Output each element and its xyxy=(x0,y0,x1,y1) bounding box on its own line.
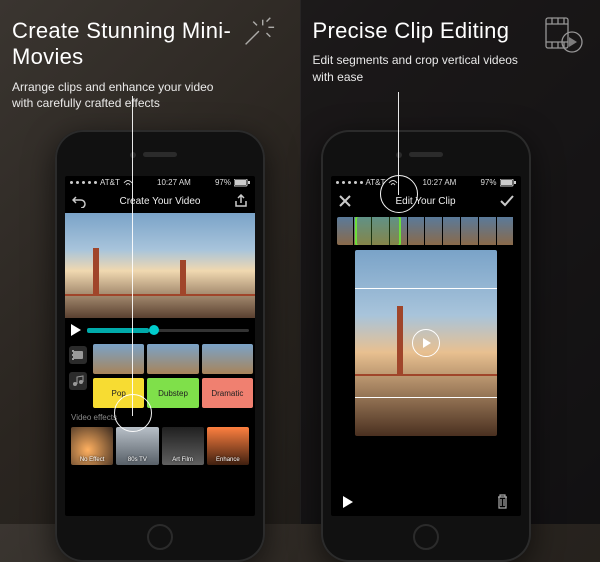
device-frame: AT&T 10:27 AM 97% Create Your Video xyxy=(55,130,265,562)
subline: Edit segments and crop vertical videos w… xyxy=(313,52,533,84)
nav-title: Create Your Video xyxy=(87,196,233,207)
nav-title: Edit Your Clip xyxy=(353,196,499,207)
play-button[interactable] xyxy=(71,324,81,336)
nav-bar: Create Your Video xyxy=(65,189,255,213)
status-bar: AT&T 10:27 AM 97% xyxy=(331,176,521,189)
clip-preview[interactable] xyxy=(355,250,497,436)
device-frame: AT&T 10:27 AM 97% Edit Your Clip xyxy=(321,130,531,562)
music-icon[interactable] xyxy=(69,372,87,390)
subline: Arrange clips and enhance your video wit… xyxy=(12,79,232,111)
play-button[interactable] xyxy=(343,496,353,508)
section-label: Video effects xyxy=(65,410,255,425)
battery-icon xyxy=(500,179,516,187)
film-play-icon xyxy=(542,14,586,63)
clips-icon[interactable] xyxy=(69,346,87,364)
status-bar: AT&T 10:27 AM 97% xyxy=(65,176,255,189)
promo-panel-create: Create Stunning Mini-Movies Arrange clip… xyxy=(0,0,300,524)
clip-thumb[interactable] xyxy=(93,344,144,374)
music-chip-dubstep[interactable]: Dubstep xyxy=(147,378,198,408)
effect-80s-tv[interactable]: 80s TV xyxy=(116,427,158,465)
crop-handle-bottom[interactable] xyxy=(355,397,497,398)
undo-button[interactable] xyxy=(71,193,87,209)
clip-thumb[interactable] xyxy=(147,344,198,374)
share-button[interactable] xyxy=(233,193,249,209)
magic-wand-icon xyxy=(238,14,276,57)
play-button[interactable] xyxy=(412,329,440,357)
crop-handle-top[interactable] xyxy=(355,288,497,289)
cancel-button[interactable] xyxy=(337,193,353,209)
trim-strip[interactable] xyxy=(337,217,515,245)
app-screen-create: AT&T 10:27 AM 97% Create Your Video xyxy=(65,176,255,516)
promo-panel-edit: Precise Clip Editing Edit segments and c… xyxy=(300,0,600,524)
battery-pct: 97% xyxy=(480,178,496,187)
clip-thumb[interactable] xyxy=(202,344,253,374)
callout-line xyxy=(132,96,133,416)
battery-pct: 97% xyxy=(215,178,231,187)
carrier-label: AT&T xyxy=(100,178,120,187)
delete-button[interactable] xyxy=(496,494,509,511)
video-preview[interactable] xyxy=(65,213,255,318)
music-chip-dramatic[interactable]: Dramatic xyxy=(202,378,253,408)
confirm-button[interactable] xyxy=(499,193,515,209)
effect-art-film[interactable]: Art Film xyxy=(162,427,204,465)
effect-no-effect[interactable]: No Effect xyxy=(71,427,113,465)
callout-line xyxy=(398,92,399,195)
app-screen-edit: AT&T 10:27 AM 97% Edit Your Clip xyxy=(331,176,521,516)
seek-bar[interactable] xyxy=(87,329,249,332)
battery-icon xyxy=(234,179,250,187)
nav-bar: Edit Your Clip xyxy=(331,189,521,213)
effect-enhance[interactable]: Enhance xyxy=(207,427,249,465)
clock: 10:27 AM xyxy=(157,178,191,187)
clock: 10:27 AM xyxy=(423,178,457,187)
trim-selection[interactable] xyxy=(355,217,401,245)
